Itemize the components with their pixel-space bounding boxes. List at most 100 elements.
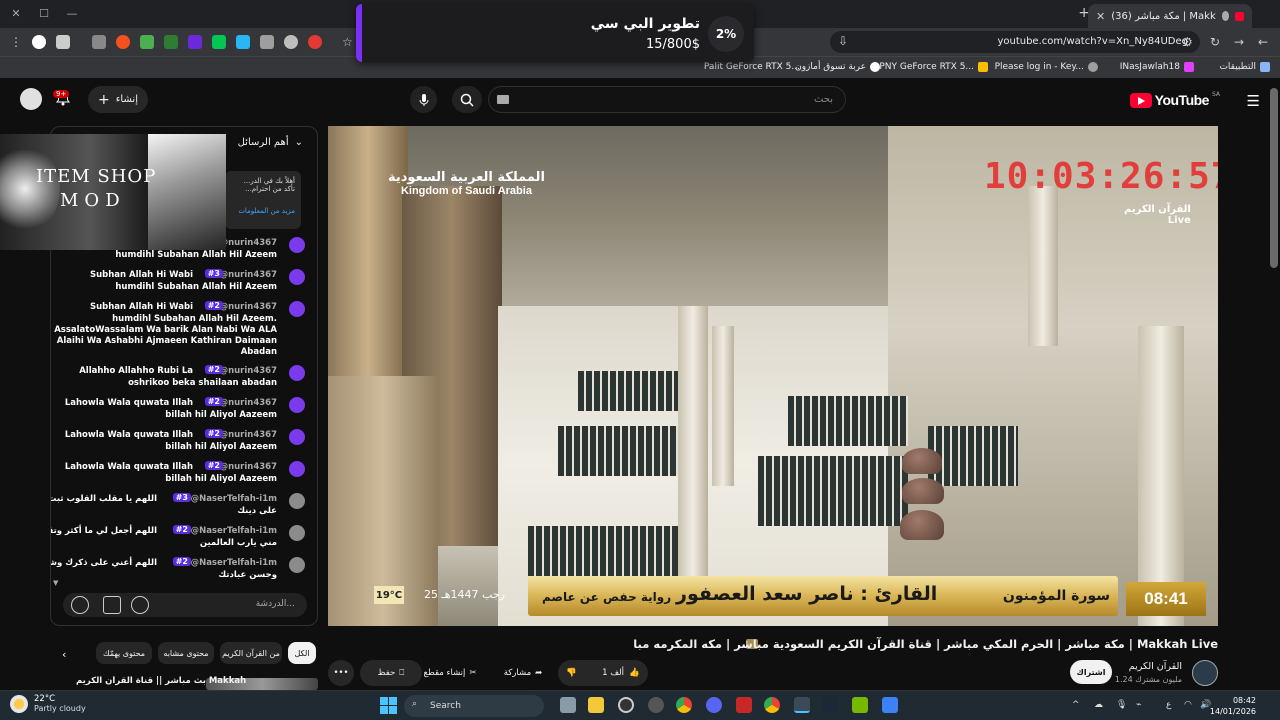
like-icon[interactable]: 👍 bbox=[629, 668, 640, 678]
guide-menu-icon[interactable]: ☰ bbox=[1247, 92, 1260, 110]
keyboard-icon[interactable] bbox=[497, 95, 509, 104]
weather-widget[interactable]: 22°C Partly cloudy bbox=[10, 694, 86, 713]
bookmark-item[interactable]: INasJawlah18 bbox=[1120, 62, 1194, 72]
microphone-tray-icon[interactable]: 🎙 bbox=[1116, 700, 1127, 710]
search-button[interactable] bbox=[452, 86, 482, 113]
keyboard-language[interactable]: ع bbox=[1166, 700, 1171, 710]
dislike-icon[interactable]: 👎 bbox=[566, 668, 577, 678]
minimize-window-icon[interactable]: — bbox=[64, 6, 80, 22]
super-chat-icon[interactable] bbox=[103, 596, 121, 614]
maximize-window-icon[interactable]: ☐ bbox=[36, 6, 52, 22]
chat-message[interactable]: @NaserTelfah-i1m #3 اللهم يا مقلب القلوب ث… bbox=[51, 491, 317, 523]
chat-author-name[interactable]: @nurin4367 bbox=[220, 430, 277, 440]
chip-all[interactable]: الكل bbox=[288, 642, 316, 664]
tab-audio-icon[interactable] bbox=[1221, 11, 1230, 21]
reload-icon[interactable]: ↻ bbox=[1210, 35, 1220, 49]
pinned-more-link[interactable]: مزيد من المعلومات bbox=[231, 207, 295, 215]
chat-author-name[interactable]: @nurin4367 bbox=[220, 398, 277, 408]
chat-author-name[interactable]: @NaserTelfah-i1m bbox=[191, 558, 277, 568]
bookmark-item[interactable]: عربة تسوق أمازون bbox=[795, 62, 880, 72]
page-scrollbar[interactable] bbox=[1270, 88, 1278, 268]
file-explorer-icon[interactable] bbox=[588, 697, 604, 713]
chip-from-channel[interactable]: من القرآن الكريم bbox=[220, 642, 282, 664]
create-button[interactable]: + إنشاء bbox=[88, 86, 148, 113]
extension-icon-3[interactable] bbox=[140, 35, 154, 49]
extension-icon-2[interactable] bbox=[116, 35, 130, 49]
emoji-icon[interactable] bbox=[131, 596, 149, 614]
voice-search-button[interactable] bbox=[410, 86, 437, 113]
channel-name[interactable]: القرآن الكريم bbox=[1129, 661, 1182, 672]
menu-dots-icon[interactable]: ⋮ bbox=[10, 35, 22, 49]
chat-input[interactable]: الدردشة... bbox=[63, 593, 307, 617]
youtube-logo[interactable]: YouTube SA bbox=[1129, 91, 1220, 108]
chrome-icon[interactable] bbox=[764, 697, 780, 713]
clip-button[interactable]: إنشاء مقطع ✂ bbox=[414, 660, 486, 686]
chat-author-avatar[interactable] bbox=[289, 365, 305, 381]
volume-extension-icon[interactable] bbox=[260, 35, 274, 49]
nvidia-icon[interactable] bbox=[852, 697, 868, 713]
chat-mode-selector[interactable]: أهم الرسائل ⌄ bbox=[238, 137, 303, 148]
app-icon[interactable] bbox=[736, 697, 752, 713]
taskbar-search[interactable]: ⌕ Search bbox=[404, 695, 544, 717]
chrome-icon[interactable] bbox=[676, 697, 692, 713]
chat-message[interactable]: @NaserTelfah-i1m#2 اللهم أعني على ذكرك وش… bbox=[51, 555, 317, 587]
discord-icon[interactable] bbox=[706, 697, 722, 713]
chat-message[interactable]: @NaserTelfah-i1m #2 اللهم أجعل لي ما أكثر … bbox=[51, 523, 317, 555]
chat-author-avatar[interactable] bbox=[289, 397, 305, 413]
bookmark-apps[interactable]: التطبيقات bbox=[1219, 62, 1270, 72]
chat-author-avatar[interactable] bbox=[289, 525, 305, 541]
extension-icon-1[interactable] bbox=[56, 35, 70, 49]
tray-overflow-icon[interactable]: ^ bbox=[1072, 700, 1080, 710]
close-window-icon[interactable]: ✕ bbox=[8, 6, 24, 22]
windows-start-icon[interactable] bbox=[380, 697, 397, 714]
heart-icon[interactable] bbox=[71, 596, 89, 614]
extension-icon-8[interactable] bbox=[308, 35, 322, 49]
chat-author-name[interactable]: @nurin4367 bbox=[220, 270, 277, 280]
bookmark-item[interactable]: Palit GeForce RTX 5... bbox=[704, 62, 800, 72]
chat-author-name[interactable]: @NaserTelfah-i1m bbox=[191, 526, 277, 536]
chat-author-avatar[interactable] bbox=[289, 493, 305, 509]
bookmark-star-icon[interactable]: ☆ bbox=[342, 35, 353, 49]
tab-close-icon[interactable]: ✕ bbox=[1096, 10, 1105, 23]
bookmark-item[interactable]: PNY GeForce RTX 5... bbox=[879, 62, 988, 72]
recommended-video-title[interactable]: بث مباشر || قناة القرآن الكريم Makkah bbox=[76, 676, 320, 690]
scroll-down-icon[interactable]: ▼ bbox=[53, 579, 58, 587]
chat-author-avatar[interactable] bbox=[289, 269, 305, 285]
app-icon[interactable] bbox=[618, 697, 634, 713]
chat-author-name[interactable]: @nurin4367 bbox=[220, 238, 277, 248]
profile-icon[interactable] bbox=[32, 35, 46, 49]
chat-author-avatar[interactable] bbox=[289, 301, 305, 317]
pinned-message[interactable]: أهلاً بك في الدر... تأكد من احترام... مز… bbox=[225, 171, 301, 229]
site-settings-icon[interactable]: ⚙ bbox=[1182, 35, 1193, 49]
chat-author-name[interactable]: @nurin4367 bbox=[220, 462, 277, 472]
app-icon[interactable] bbox=[882, 697, 898, 713]
video-player[interactable]: المملكة العربية السعودية Kingdom of Saud… bbox=[328, 126, 1218, 626]
chat-author-avatar[interactable] bbox=[289, 237, 305, 253]
chat-message[interactable]: @nurin4367 #3 Subhan Allah Hi Wabi humdihl … bbox=[51, 267, 317, 299]
forward-icon[interactable]: → bbox=[1234, 35, 1244, 49]
active-app-icon[interactable] bbox=[794, 697, 810, 713]
extension-icon-7[interactable] bbox=[284, 35, 298, 49]
chat-message[interactable]: @nurin4367 #2 Lahowla Wala quwata Illah bil… bbox=[51, 427, 317, 459]
wifi-icon[interactable]: ◠ bbox=[1184, 700, 1192, 710]
more-actions-button[interactable]: ••• bbox=[328, 660, 354, 686]
back-icon[interactable]: ← bbox=[1258, 35, 1268, 49]
share-button[interactable]: مشاركة ➦ bbox=[492, 660, 554, 686]
chat-author-name[interactable]: @NaserTelfah-i1m bbox=[191, 494, 277, 504]
settings-gear-icon[interactable] bbox=[648, 697, 664, 713]
subscribe-button[interactable]: اشتراك bbox=[1070, 660, 1112, 684]
steam-icon[interactable] bbox=[822, 697, 838, 713]
chip-similar[interactable]: محتوى مشابه bbox=[158, 642, 214, 664]
browser-tab-active[interactable]: ✕ (36) ‫Makkah Live | مكة مباشر bbox=[1088, 4, 1252, 28]
extension-icon-4[interactable] bbox=[164, 35, 178, 49]
extension-icon-6[interactable] bbox=[236, 35, 250, 49]
search-input[interactable]: بحث bbox=[488, 86, 846, 113]
clock[interactable]: 08:42 14/01/2026 bbox=[1210, 695, 1256, 717]
chat-author-name[interactable]: @nurin4367 bbox=[220, 366, 277, 376]
chat-author-avatar[interactable] bbox=[289, 557, 305, 573]
network-icon[interactable]: ⌁ bbox=[1136, 700, 1141, 710]
save-button[interactable]: حفظ ⎕ bbox=[360, 660, 422, 686]
onedrive-icon[interactable]: ☁ bbox=[1094, 700, 1103, 710]
extension-icon-5[interactable] bbox=[188, 35, 202, 49]
chat-message[interactable]: @nurin4367 #2 Lahowla Wala quwata Illah bil… bbox=[51, 395, 317, 427]
